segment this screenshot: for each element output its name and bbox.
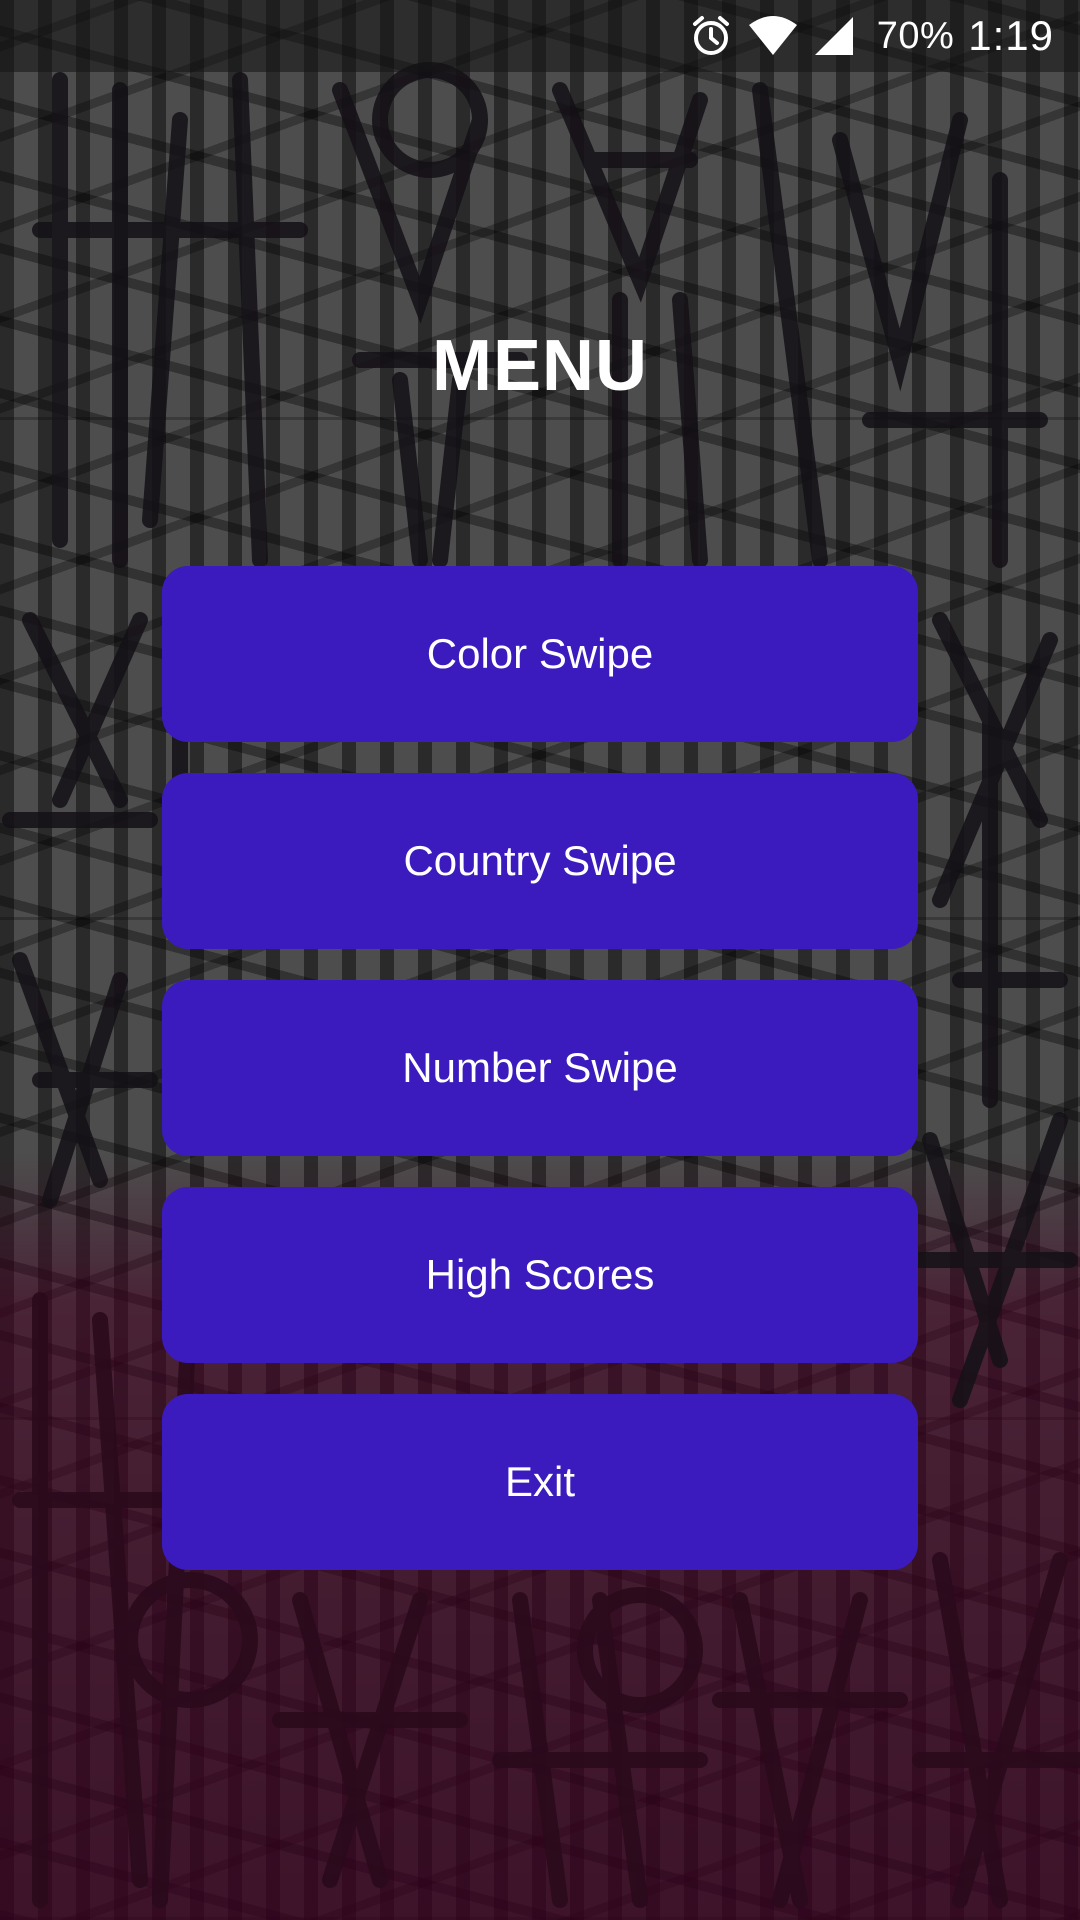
number-swipe-label: Number Swipe	[402, 1044, 678, 1091]
high-scores-button[interactable]: High Scores	[162, 1187, 918, 1363]
country-swipe-label: Country Swipe	[403, 837, 677, 884]
app-screen: 70% 1:19 MENU Color Swipe Country Swipe …	[0, 0, 1080, 1920]
cellular-signal-icon	[813, 15, 855, 57]
status-time: 1:19	[968, 12, 1054, 59]
battery-percentage: 70%	[876, 14, 955, 57]
color-swipe-label: Color Swipe	[426, 630, 654, 677]
main-menu: Color Swipe Country Swipe Number Swipe H…	[162, 566, 918, 1601]
number-swipe-button[interactable]: Number Swipe	[162, 980, 918, 1156]
page-title: MENU	[432, 326, 648, 406]
status-bar: 70% 1:19	[0, 0, 1080, 72]
exit-label: Exit	[504, 1458, 575, 1505]
color-swipe-button[interactable]: Color Swipe	[162, 566, 918, 742]
wifi-icon	[747, 15, 799, 57]
alarm-clock-icon	[689, 14, 733, 58]
high-scores-label: High Scores	[425, 1251, 655, 1298]
country-swipe-button[interactable]: Country Swipe	[162, 773, 918, 949]
exit-button[interactable]: Exit	[162, 1394, 918, 1570]
